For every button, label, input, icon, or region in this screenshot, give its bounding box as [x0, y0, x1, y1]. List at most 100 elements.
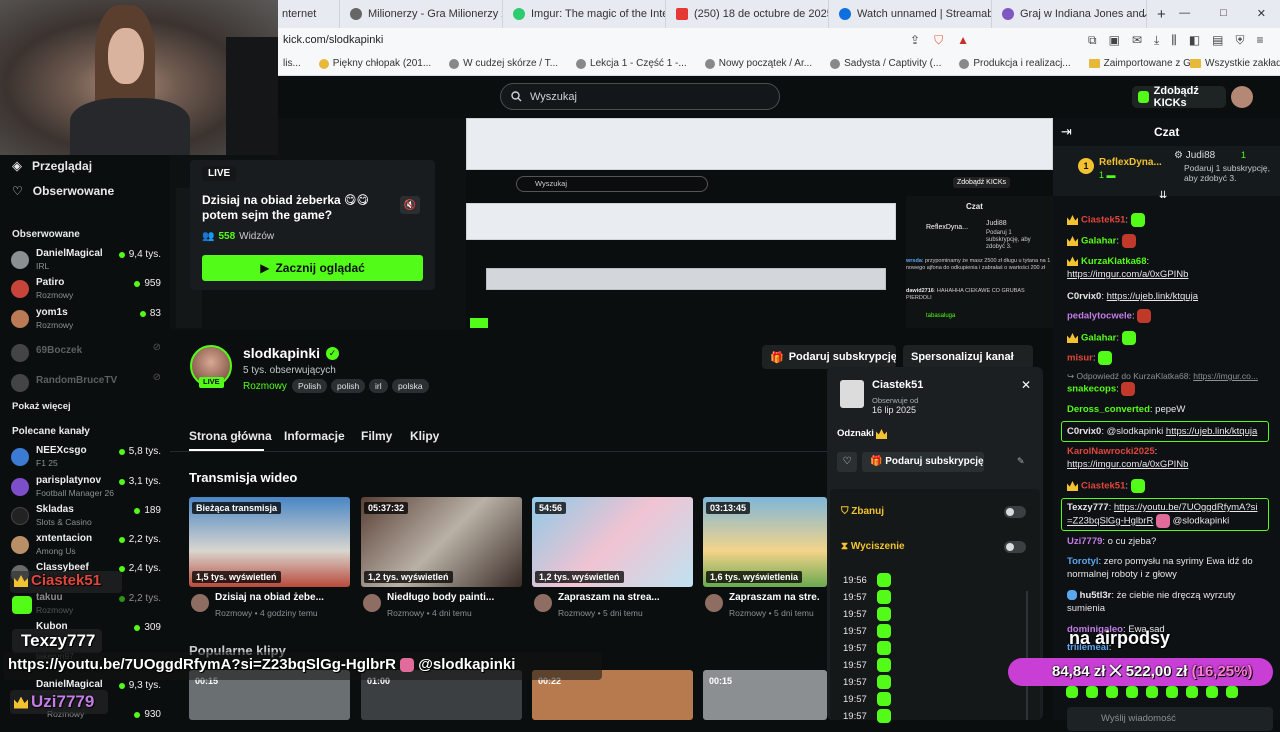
download-icon[interactable]: ⤓	[1154, 33, 1159, 48]
timeout-toggle[interactable]	[1004, 541, 1026, 553]
tag-pill[interactable]: irl	[369, 379, 388, 393]
sidebar-item-browse[interactable]: ◈ Przeglądaj	[12, 158, 92, 174]
library-icon[interactable]: ⫼	[1171, 33, 1177, 48]
channel-category[interactable]: Rozmowy	[243, 381, 287, 392]
vpn-icon[interactable]: ⛨	[1236, 33, 1245, 48]
close-icon[interactable]: ✕	[1257, 7, 1266, 20]
sidebar-channel[interactable]: RandomBruceTV ⊘	[11, 371, 161, 395]
tab-home[interactable]: Strona główna	[189, 429, 272, 443]
bookmark-favicon-icon	[576, 58, 587, 69]
dropdown-icon[interactable]: ⌄	[1140, 7, 1149, 20]
wallet-icon[interactable]: ▤	[1212, 33, 1223, 48]
preview-kicks: Zdobądź KICKs	[953, 177, 1011, 188]
minimize-icon[interactable]: —	[1179, 7, 1190, 20]
hourglass-icon: ⧗	[841, 541, 849, 552]
chat-link[interactable]: https://imgur.com/a/0xGPINb	[1067, 459, 1188, 470]
scroll-down-icon[interactable]: ⇊	[1159, 190, 1167, 201]
bookmark-item[interactable]: Piękny chłopak (201...	[318, 58, 431, 69]
extension-toolbar: ⧉ ▣ ✉ ⤓ ⫼ ◧ ▤ ⛨ ≡	[1088, 33, 1264, 48]
bookmark-item[interactable]: Produkcja i realizacj...	[959, 58, 1071, 69]
chat-input[interactable]: Wyślij wiadomość	[1067, 707, 1273, 731]
tag-pill[interactable]: polska	[392, 379, 429, 393]
emote-icon	[1155, 514, 1170, 528]
tab-info[interactable]: Informacje	[284, 429, 345, 443]
video-thumbnail[interactable]: 03:13:45 1,6 tys. wyświetlenia	[703, 497, 827, 587]
follow-heart-icon[interactable]: ♡	[837, 452, 857, 472]
video-player[interactable]: Wyszukaj Zdobądź KICKs Czat ReflexDyna..…	[466, 118, 1053, 328]
browser-tab[interactable]: Milionerzy - Gra Milionerzy 2025 on	[340, 0, 503, 28]
sidebar-item-following[interactable]: ♡ Obserwowane	[12, 184, 114, 198]
sidebar-channel[interactable]: takuu Rozmowy 2,2 tys.	[11, 592, 161, 616]
browser-tab[interactable]: Imgur: The magic of the Internet	[503, 0, 666, 28]
bookmark-item[interactable]: lis...	[283, 58, 301, 69]
sidebar-channel[interactable]: 69Boczek ⊘	[11, 341, 161, 365]
search-input[interactable]: Wyszukaj	[500, 83, 780, 110]
gift-sub-button[interactable]: 🎁 Podaruj subskrypcję	[862, 452, 984, 472]
folder-icon	[1088, 59, 1100, 68]
sidebar-channel[interactable]: NEEXcsgo F1 25 5,8 tys.	[11, 445, 161, 469]
browser-tab[interactable]: Graj w Indiana Jones and the Great	[992, 0, 1147, 28]
url-field[interactable]: kick.com/slodkapinki	[283, 34, 383, 46]
video-thumbnail[interactable]: 05:37:32 1,2 tys. wyświetleń	[361, 497, 522, 587]
timeout-option[interactable]: ⧗ Wyciszenie	[841, 541, 905, 552]
ban-toggle[interactable]	[1004, 506, 1026, 518]
overlay-username: Uzi7779	[14, 692, 94, 712]
video-thumbnail[interactable]: 54:56 1,2 tys. wyświetleń	[532, 497, 693, 587]
tab-videos[interactable]: Filmy	[361, 429, 392, 443]
menu-icon[interactable]: ≡	[1257, 33, 1264, 48]
pin-icon[interactable]: ✎	[1017, 456, 1025, 467]
sidebar-channel[interactable]: Skladas Slots & Casino 189	[11, 504, 161, 528]
sidebar-channel[interactable]: yom1s Rozmowy 83	[11, 307, 161, 331]
avatar	[11, 536, 29, 554]
browser-tab[interactable]: (250) 18 de octubre de 2025 - YouTu	[666, 0, 829, 28]
show-more-link[interactable]: Pokaż więcej	[12, 401, 71, 412]
bookmark-item[interactable]: W cudzej skórze / T...	[449, 58, 558, 69]
sidebar-channel[interactable]: DanielMagical IRL 9,4 tys.	[11, 248, 161, 272]
bookmark-favicon-icon	[704, 58, 715, 69]
crown-badge-icon	[1067, 256, 1078, 267]
chat-message: Ciastek51:	[1067, 213, 1272, 227]
bookmark-item[interactable]: Sadysta / Captivity (...	[830, 58, 941, 69]
clip-thumbnail[interactable]: 00:15	[703, 670, 827, 720]
chat-link[interactable]: https://imgur.com/a/0xGPINb	[1067, 269, 1188, 280]
tab-icon[interactable]: ▣	[1109, 33, 1120, 48]
start-watching-button[interactable]: ▶ Zacznij oglądać	[202, 255, 423, 281]
leaderboard-user[interactable]: ReflexDyna...	[1099, 157, 1162, 168]
tab-clips[interactable]: Klipy	[410, 429, 439, 443]
tag-pill[interactable]: Polish	[292, 379, 328, 393]
gift-sub-button[interactable]: 🎁 Podaruj subskrypcję	[762, 345, 896, 369]
gift-leader[interactable]: ⚙ Judi88	[1174, 150, 1215, 161]
sidebar-channel[interactable]: xntentacion Among Us 2,2 tys.	[11, 533, 161, 557]
maximize-icon[interactable]: □	[1220, 7, 1227, 20]
scrollbar[interactable]	[1026, 591, 1028, 720]
chat-link[interactable]: https://ujeb.link/ktquja	[1107, 291, 1198, 302]
mail-icon[interactable]: ✉	[1132, 33, 1142, 48]
customize-channel-button[interactable]: Spersonalizuj kanał	[903, 345, 1033, 369]
sidebar-channel[interactable]: Patiro Rozmowy 959	[11, 277, 161, 301]
bookmark-item[interactable]: Nowy początek / Ar...	[704, 58, 812, 69]
get-kicks-button[interactable]: Zdobądź KICKs	[1132, 85, 1226, 109]
sidebar-icon[interactable]: ◧	[1189, 33, 1200, 48]
heart-icon: ♡	[12, 184, 23, 198]
sidebar-channel[interactable]: parisplatynov Football Manager 26 3,1 ty…	[11, 475, 161, 499]
share-icon[interactable]: ⇪	[910, 33, 920, 48]
bookmark-folder[interactable]: Zaimportowane z G...	[1088, 58, 1199, 69]
chat-link[interactable]: https://imgur.co...	[1193, 371, 1258, 381]
bookmark-favicon-icon	[449, 58, 460, 69]
brave-shield-icon[interactable]: ⛉	[934, 33, 943, 48]
mute-icon[interactable]: 🔇	[400, 196, 420, 214]
extensions-icon[interactable]: ⧉	[1088, 33, 1097, 48]
message-history-row: 19:57	[843, 607, 891, 621]
video-thumbnail[interactable]: Bieżąca transmisja 1,5 tys. wyświetleń	[189, 497, 350, 587]
close-icon[interactable]: ✕	[1021, 378, 1031, 392]
bookmark-item[interactable]: Lekcja 1 - Część 1 -...	[576, 58, 687, 69]
avatar	[11, 280, 29, 298]
collapse-chat-icon[interactable]: ⇥	[1061, 124, 1072, 140]
browser-tab[interactable]: Watch unnamed | Streamable	[829, 0, 992, 28]
ban-option[interactable]: ⛉ Zbanuj	[841, 506, 884, 517]
tag-pill[interactable]: polish	[331, 379, 366, 393]
chat-link[interactable]: https://ujeb.link/ktquja	[1166, 426, 1257, 437]
rewards-icon[interactable]: ▲	[957, 33, 969, 48]
avatar[interactable]	[1231, 86, 1253, 108]
all-bookmarks[interactable]: Wszystkie zakładki	[1190, 58, 1280, 69]
